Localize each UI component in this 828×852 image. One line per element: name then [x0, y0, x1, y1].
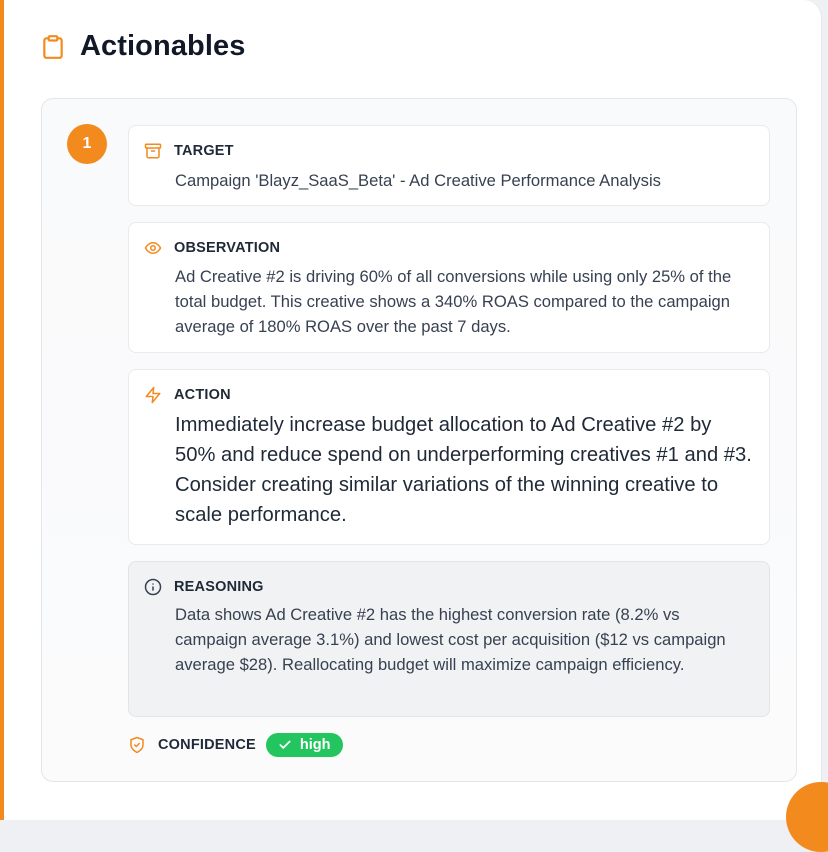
observation-header: OBSERVATION: [144, 239, 280, 257]
check-icon: [279, 740, 291, 749]
reasoning-header: REASONING: [144, 578, 264, 596]
target-label: TARGET: [174, 143, 234, 159]
action-text: Immediately increase budget allocation t…: [175, 414, 752, 526]
reasoning-label: REASONING: [174, 579, 264, 595]
observation-label: OBSERVATION: [174, 240, 281, 256]
step-number-badge: 1: [67, 124, 107, 164]
target-section: TARGET Campaign 'Blayz_SaaS_Beta' - Ad C…: [128, 125, 770, 206]
confidence-badge: high: [265, 733, 344, 757]
confidence-row: CONFIDENCE high: [128, 733, 344, 757]
actionables-panel: Actionables 1 TARGET Campaign 'Blayz_Saa…: [0, 0, 822, 820]
lightning-icon: [145, 386, 161, 404]
confidence-label: CONFIDENCE: [158, 737, 256, 753]
archive-icon: [144, 143, 162, 159]
confidence-value: high: [299, 737, 331, 753]
shield-check-icon: [130, 736, 144, 754]
clipboard-icon: [43, 34, 63, 59]
target-header: TARGET: [144, 142, 234, 160]
target-text: Campaign 'Blayz_SaaS_Beta' - Ad Creative…: [175, 171, 661, 190]
page-title: Actionables: [80, 30, 246, 62]
observation-text: Ad Creative #2 is driving 60% of all con…: [175, 267, 732, 336]
info-icon: [144, 578, 162, 596]
reasoning-text: Data shows Ad Creative #2 has the highes…: [175, 605, 726, 674]
panel-header: Actionables: [40, 30, 245, 63]
observation-section: OBSERVATION Ad Creative #2 is driving 60…: [128, 222, 770, 353]
action-section: ACTION Immediately increase budget alloc…: [128, 369, 770, 545]
action-header: ACTION: [144, 386, 231, 404]
actionable-card: 1 TARGET Campaign 'Blayz_SaaS_Beta' - Ad…: [41, 98, 797, 782]
eye-icon: [144, 242, 162, 254]
reasoning-section: REASONING Data shows Ad Creative #2 has …: [128, 561, 770, 717]
action-label: ACTION: [174, 387, 231, 403]
